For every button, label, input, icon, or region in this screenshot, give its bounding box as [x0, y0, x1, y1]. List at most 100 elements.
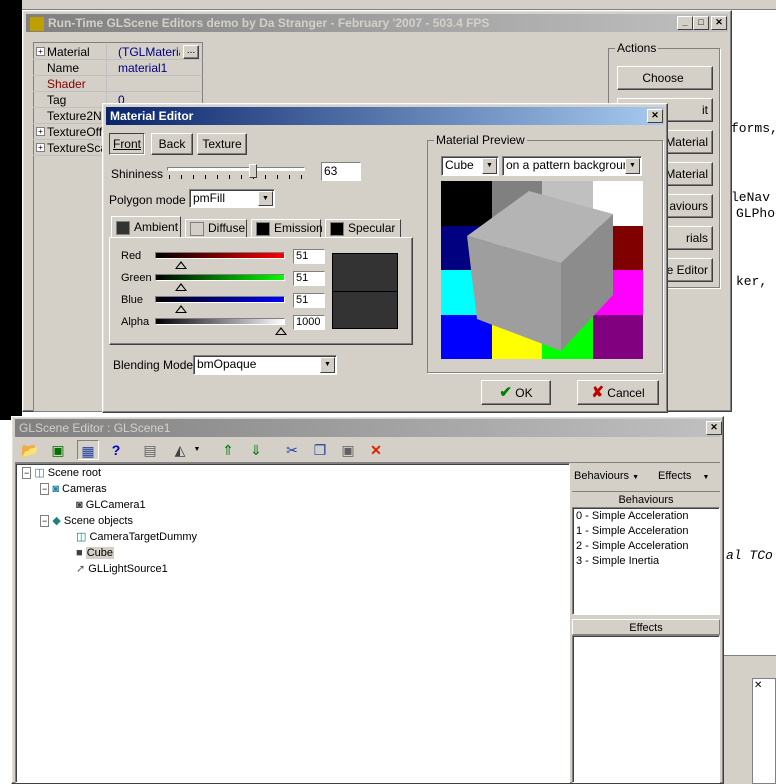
tree-item-light-source[interactable]: ➚ GLLightSource1	[76, 562, 168, 576]
cube-icon: ■	[76, 547, 83, 559]
slider-tick	[217, 175, 218, 179]
slider-thumb-icon[interactable]	[275, 327, 287, 335]
shininess-thumb[interactable]	[248, 164, 257, 178]
grid-icon[interactable]: ▦	[77, 440, 99, 460]
tab-back[interactable]: Back	[151, 133, 193, 155]
preview-object-value: Cube	[445, 158, 474, 172]
tree-item-cameras[interactable]: − ◙ Cameras	[40, 482, 107, 496]
slider-thumb-icon[interactable]	[175, 283, 187, 291]
paste-icon[interactable]: ▣	[337, 440, 359, 460]
slider-thumb-icon[interactable]	[175, 261, 187, 269]
preview-background-select[interactable]: on a pattern background ▼	[502, 156, 642, 176]
shininess-slider[interactable]	[165, 162, 309, 184]
tree-item-cube[interactable]: ■ Cube	[76, 546, 115, 560]
delete-icon[interactable]: ✕	[365, 440, 387, 460]
close-button[interactable]: ✕	[647, 109, 663, 123]
channel-slider[interactable]	[155, 318, 285, 325]
action-button[interactable]: aviours	[663, 194, 713, 218]
cut-icon[interactable]: ✂	[281, 440, 303, 460]
close-icon[interactable]: ✕	[754, 680, 762, 691]
cancel-button[interactable]: ✘ Cancel	[577, 380, 659, 405]
collapse-icon[interactable]: −	[22, 467, 32, 479]
polygon-mode-select[interactable]: pmFill ▼	[189, 189, 275, 208]
tab-front[interactable]: Front	[109, 133, 145, 155]
inspector-row[interactable]: +Material(TGLMaterial...	[33, 44, 201, 60]
shininess-value[interactable]: 63	[321, 162, 361, 181]
chevron-down-icon[interactable]: ▼	[191, 440, 203, 460]
tab-label: Diffuse	[208, 221, 246, 235]
channel-slider[interactable]	[155, 252, 285, 259]
tree-item-scene-root[interactable]: − ◫ Scene root	[22, 466, 101, 480]
copy-icon[interactable]: ❐	[309, 440, 331, 460]
inspector-row[interactable]: Name material1	[33, 60, 201, 76]
app-icon	[30, 16, 44, 31]
scene-root-icon: ◫	[34, 467, 45, 479]
scene-tree[interactable]: − ◫ Scene root − ◙ Cameras ◙ GLCamera1 −…	[15, 463, 570, 783]
slider-thumb-icon[interactable]	[175, 305, 187, 313]
chevron-down-icon[interactable]: ▼	[258, 191, 273, 206]
tab-label: Ambient	[134, 220, 179, 234]
expand-icon[interactable]: +	[36, 127, 45, 136]
move-up-icon[interactable]: ⇑	[217, 440, 239, 460]
chevron-down-icon[interactable]: ▼	[625, 158, 640, 174]
add-object-icon[interactable]: ▤	[139, 440, 161, 460]
action-button[interactable]: Material	[663, 162, 713, 186]
close-button[interactable]: ✕	[711, 16, 727, 30]
tab-diffuse[interactable]: Diffuse	[185, 219, 247, 238]
behaviours-menu[interactable]: Behaviours ▼	[574, 470, 639, 482]
property-value[interactable]: (TGLMaterial	[118, 45, 180, 59]
effects-header: Effects	[572, 619, 720, 635]
tab-specular[interactable]: Specular	[325, 219, 401, 238]
tree-item-scene-objects[interactable]: − ◆ Scene objects	[40, 514, 133, 528]
chevron-down-icon: ▼	[702, 474, 710, 481]
channel-slider[interactable]	[155, 296, 285, 303]
action-button[interactable]: rials	[663, 226, 713, 250]
channel-value[interactable]: 51	[293, 271, 325, 286]
effects-menu[interactable]: Effects ▼	[658, 470, 709, 482]
action-button[interactable]: Material	[663, 130, 713, 154]
effects-list[interactable]	[572, 635, 720, 783]
channel-value[interactable]: 1000	[293, 315, 325, 330]
background-panel-inner	[752, 678, 776, 784]
help-icon[interactable]: ?	[105, 440, 127, 460]
tree-label: GLCamera1	[85, 499, 146, 511]
open-icon[interactable]: 📂	[19, 440, 41, 460]
list-item[interactable]: 2 - Simple Acceleration	[576, 540, 689, 552]
minimize-button[interactable]: _	[677, 16, 693, 30]
behaviours-list[interactable]: 0 - Simple Acceleration 1 - Simple Accele…	[572, 507, 720, 615]
tab-emission[interactable]: Emission	[251, 219, 323, 238]
expand-icon[interactable]: +	[36, 47, 45, 56]
close-button[interactable]: ✕	[706, 421, 722, 435]
tree-item-glcamera1[interactable]: ◙ GLCamera1	[76, 498, 146, 512]
list-item[interactable]: 3 - Simple Inertia	[576, 555, 659, 567]
channel-value[interactable]: 51	[293, 293, 325, 308]
add-behaviour-icon[interactable]: ◭	[169, 440, 191, 460]
shininess-label: Shininess	[111, 167, 164, 181]
action-button[interactable]: Choose	[617, 66, 713, 90]
chevron-down-icon[interactable]: ▼	[320, 357, 335, 373]
channel-value[interactable]: 51	[293, 249, 325, 264]
save-icon[interactable]: ▣	[47, 440, 69, 460]
chevron-down-icon[interactable]: ▼	[482, 158, 497, 174]
blending-mode-select[interactable]: bmOpaque ▼	[193, 355, 337, 375]
scene-editor-title-bar: GLScene Editor : GLScene1	[15, 419, 720, 437]
tab-texture[interactable]: Texture	[197, 133, 247, 155]
collapse-icon[interactable]: −	[40, 515, 50, 527]
ellipsis-button[interactable]: ...	[183, 45, 199, 59]
slider-tick	[289, 175, 290, 179]
tree-item-camera-target-dummy[interactable]: ◫ CameraTargetDummy	[76, 530, 197, 544]
ok-button[interactable]: ✔ OK	[481, 380, 551, 405]
list-item[interactable]: 0 - Simple Acceleration	[576, 510, 689, 522]
move-down-icon[interactable]: ⇓	[245, 440, 267, 460]
collapse-icon[interactable]: −	[40, 483, 50, 495]
preview-object-select[interactable]: Cube ▼	[441, 156, 499, 176]
list-item[interactable]: 1 - Simple Acceleration	[576, 525, 689, 537]
action-button[interactable]: e Editor	[663, 258, 713, 282]
tab-ambient[interactable]: Ambient	[111, 216, 181, 238]
slider-tick	[181, 175, 182, 179]
inspector-row[interactable]: Shader	[33, 76, 201, 92]
channel-slider[interactable]	[155, 274, 285, 281]
maximize-button[interactable]: □	[693, 16, 709, 30]
property-value[interactable]: material1	[118, 61, 200, 75]
expand-icon[interactable]: +	[36, 143, 45, 152]
